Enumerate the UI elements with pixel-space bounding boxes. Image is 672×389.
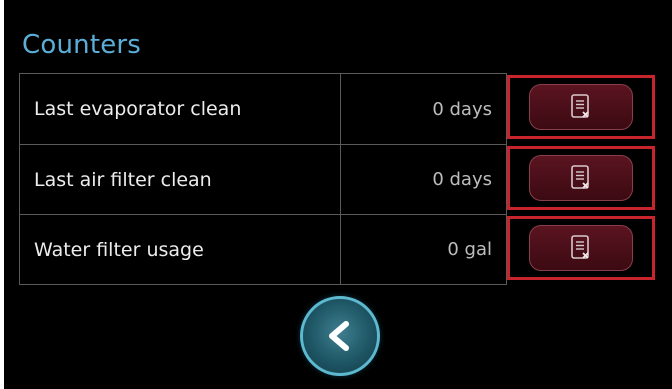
page-title: Counters bbox=[22, 30, 142, 60]
counter-label: Last air filter clean bbox=[34, 168, 212, 191]
reset-counter-icon bbox=[571, 235, 589, 259]
reset-water-filter-button[interactable] bbox=[529, 225, 633, 271]
counter-value: 0 days bbox=[432, 169, 492, 190]
reset-evaporator-button[interactable] bbox=[529, 84, 633, 130]
chevron-left-icon bbox=[329, 321, 349, 351]
reset-counter-icon bbox=[571, 94, 589, 118]
reset-air-filter-frame bbox=[507, 146, 655, 210]
column-divider bbox=[340, 145, 341, 214]
column-divider bbox=[340, 215, 341, 284]
counter-label: Water filter usage bbox=[34, 238, 204, 261]
counters-screen: Counters Last evaporator clean 0 days La… bbox=[0, 0, 672, 389]
counter-label: Last evaporator clean bbox=[34, 98, 242, 120]
column-divider bbox=[340, 74, 341, 144]
table-row: Water filter usage 0 gal bbox=[19, 215, 507, 285]
counters-table: Last evaporator clean 0 days Last air fi… bbox=[19, 73, 507, 285]
back-button[interactable] bbox=[300, 296, 380, 376]
counter-value: 0 gal bbox=[447, 239, 492, 260]
reset-air-filter-button[interactable] bbox=[529, 155, 633, 201]
left-edge-bar bbox=[0, 0, 4, 389]
counter-value: 0 days bbox=[432, 98, 492, 120]
reset-water-filter-frame bbox=[507, 216, 655, 280]
reset-evaporator-frame bbox=[507, 75, 655, 139]
table-row: Last air filter clean 0 days bbox=[19, 145, 507, 215]
reset-counter-icon bbox=[571, 165, 589, 189]
table-row: Last evaporator clean 0 days bbox=[19, 74, 507, 145]
